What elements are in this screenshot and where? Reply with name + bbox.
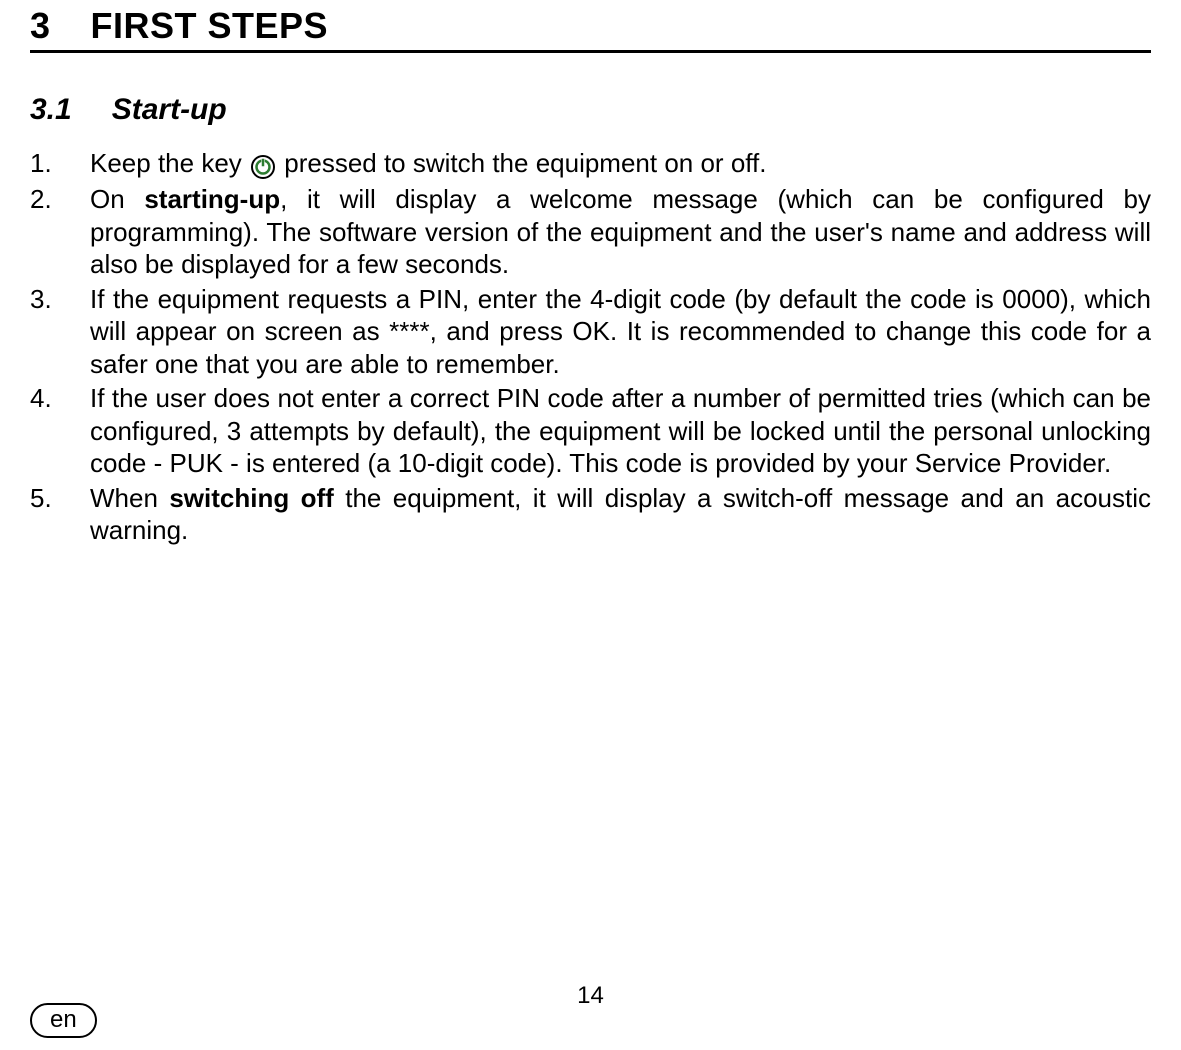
step-content: On starting-up, it will display a welcom… — [90, 183, 1151, 281]
subsection-title-text: Start-up — [112, 93, 227, 126]
step-content: If the user does not enter a correct PIN… — [90, 382, 1151, 480]
section-heading: 3 FIRST STEPS — [30, 5, 1151, 53]
step-3: 3. If the equipment requests a PIN, ente… — [30, 283, 1151, 381]
step-1: 1. Keep the key pressed to switch the eq… — [30, 147, 1151, 181]
section-number: 3 — [30, 5, 51, 47]
step-bold: switching off — [169, 483, 334, 513]
step-marker: 2. — [30, 183, 90, 281]
step-content: When switching off the equipment, it wil… — [90, 482, 1151, 547]
step-2: 2. On starting-up, it will display a wel… — [30, 183, 1151, 281]
step-marker: 4. — [30, 382, 90, 480]
step-marker: 5. — [30, 482, 90, 547]
step-content: Keep the key pressed to switch the equip… — [90, 147, 1151, 181]
step-text: On — [90, 184, 144, 214]
steps-list: 1. Keep the key pressed to switch the eq… — [30, 147, 1151, 547]
step-bold: starting-up — [144, 184, 280, 214]
subsection-number: 3.1 — [30, 93, 72, 127]
step-marker: 3. — [30, 283, 90, 381]
language-badge: en — [30, 1003, 97, 1038]
step-content: If the equipment requests a PIN, enter t… — [90, 283, 1151, 381]
power-icon — [251, 149, 275, 182]
step-marker: 1. — [30, 147, 90, 181]
step-4: 4. If the user does not enter a correct … — [30, 382, 1151, 480]
step-text: pressed to switch the equipment on or of… — [284, 148, 766, 178]
section-title-text: FIRST STEPS — [91, 5, 329, 46]
step-text: When — [90, 483, 169, 513]
page-number: 14 — [577, 982, 604, 1010]
step-5: 5. When switching off the equipment, it … — [30, 482, 1151, 547]
step-text: If the equipment requests a PIN, enter t… — [90, 284, 1151, 379]
subsection-heading: 3.1 Start-up — [30, 93, 1151, 127]
step-text: If the user does not enter a correct PIN… — [90, 383, 1151, 478]
step-text: Keep the key — [90, 148, 249, 178]
